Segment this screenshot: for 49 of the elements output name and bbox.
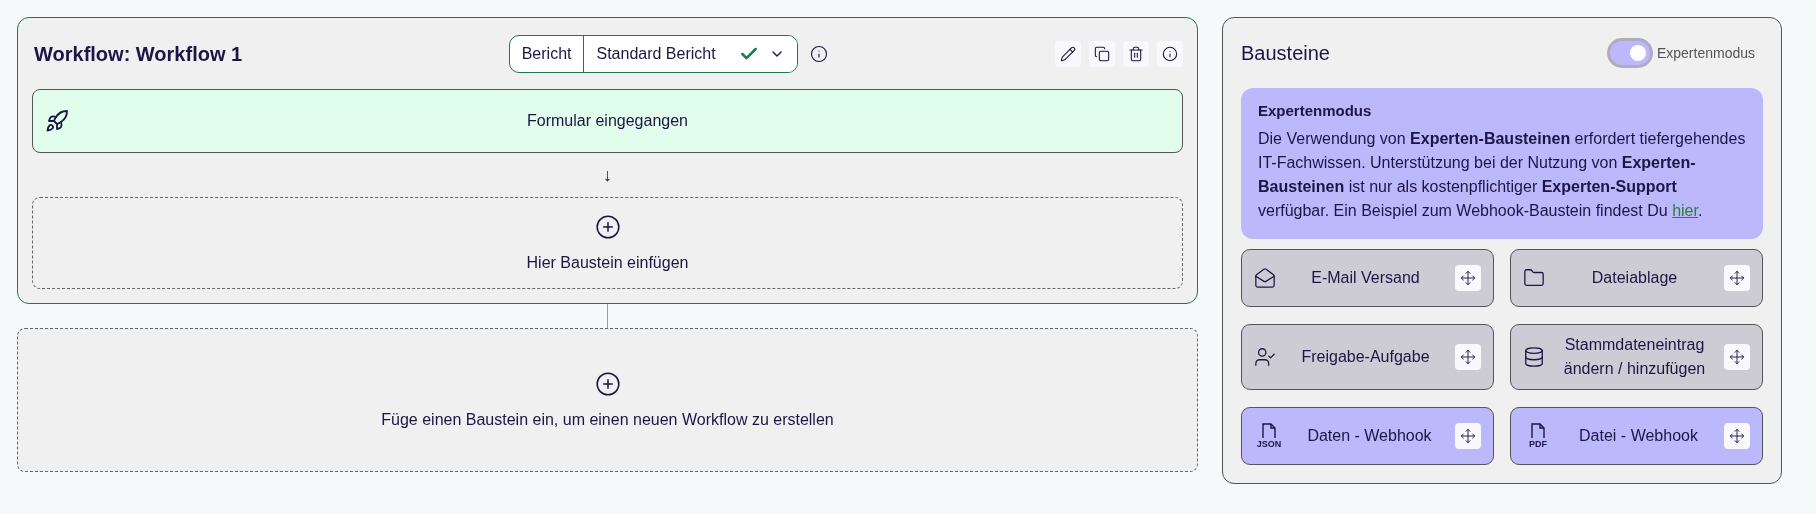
drag-handle[interactable]: [1455, 265, 1481, 291]
info-icon: [1162, 46, 1178, 62]
toggle-label: Expertenmodus: [1656, 45, 1755, 61]
notice-title: Expertenmodus: [1258, 102, 1373, 119]
move-icon: [1460, 349, 1476, 365]
notice-text: Die Verwendung von Experten-Bausteinen erfordert tiefergehendes IT-Fachwissen. Unterstützung bei der Nutzung von Experten-Bausteinen ist nur als kostenpflichtiger Experten-Support verfügbar. Ein Beispiel zum Webhook-Baustein findest Du hier.: [1258, 129, 1746, 221]
block-tile[interactable]: JSON Daten - Webhook: [1241, 407, 1494, 465]
flow-arrow: ↓: [602, 164, 613, 187]
file-type-label: JSON: [1256, 439, 1282, 449]
move-icon: [1460, 270, 1476, 286]
block-tile[interactable]: Dateiablage: [1510, 249, 1763, 307]
info-icon[interactable]: [810, 45, 829, 63]
drag-handle[interactable]: [1724, 344, 1750, 370]
block-dropzone[interactable]: Hier Baustein einfügen: [32, 197, 1183, 289]
file-icon: [1531, 423, 1545, 439]
database-icon: [1523, 346, 1545, 368]
block-tile[interactable]: Stammdateneintrag ändern / hinzufügen: [1510, 324, 1763, 390]
edit-button[interactable]: [1055, 41, 1081, 67]
report-selector[interactable]: Bericht Standard Bericht: [508, 35, 799, 73]
trash-icon: [1128, 46, 1144, 62]
envelope-icon: [1254, 267, 1276, 289]
copy-icon: [1094, 46, 1110, 62]
move-icon: [1729, 349, 1745, 365]
workflow-title: Workflow: Workflow 1: [33, 42, 243, 66]
block-tile[interactable]: Freigabe-Aufgabe: [1241, 324, 1494, 390]
user-check-icon: [1254, 346, 1276, 368]
drag-handle[interactable]: [1724, 265, 1750, 291]
file-icon: [1262, 423, 1276, 439]
expert-mode-toggle[interactable]: [1606, 38, 1653, 68]
file-type-label: PDF: [1529, 439, 1547, 449]
move-icon: [1460, 428, 1476, 444]
delete-button[interactable]: [1123, 41, 1149, 67]
folder-icon: [1523, 267, 1545, 289]
new-workflow-dropzone[interactable]: Füge einen Baustein ein, um einen neuen Workflow zu erstellen: [17, 328, 1198, 472]
trigger-block[interactable]: Formular eingegangen: [32, 89, 1183, 153]
drag-handle[interactable]: [1455, 344, 1481, 370]
block-tile[interactable]: E-Mail Versand: [1241, 249, 1494, 307]
pencil-icon: [1060, 46, 1076, 62]
move-icon: [1729, 428, 1745, 444]
info-button[interactable]: [1157, 41, 1183, 67]
duplicate-button[interactable]: [1089, 41, 1115, 67]
rocket-icon: [45, 109, 69, 133]
plus-circle-icon: [594, 214, 621, 240]
drag-handle[interactable]: [1724, 423, 1750, 449]
drag-handle[interactable]: [1455, 423, 1481, 449]
move-icon: [1729, 270, 1745, 286]
plus-circle-icon: [594, 371, 621, 397]
block-tile[interactable]: PDF Datei - Webhook: [1510, 407, 1763, 465]
panel-title: Bausteine: [1241, 41, 1330, 65]
